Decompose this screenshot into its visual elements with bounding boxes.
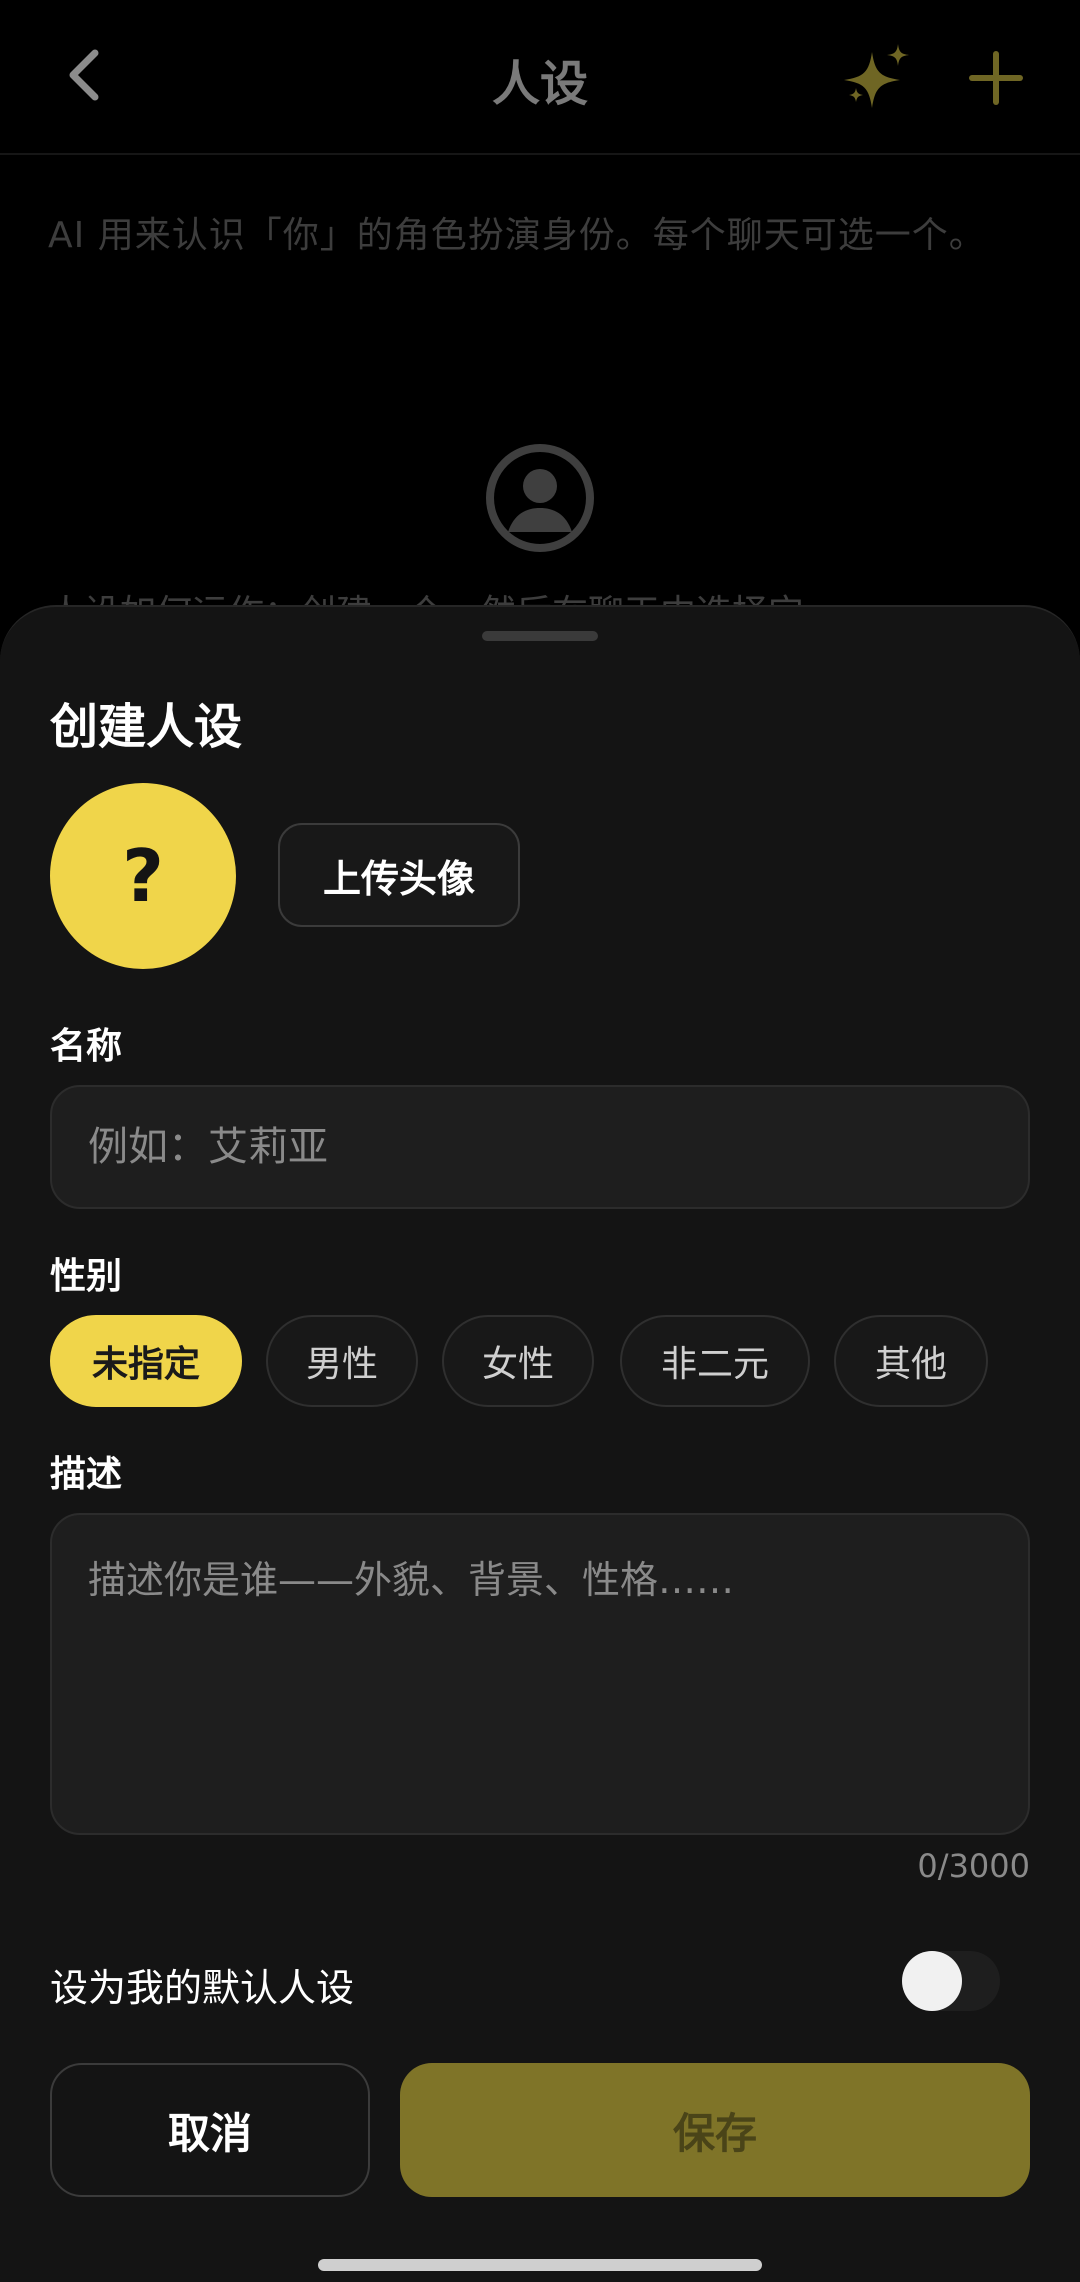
save-button[interactable]: 保存 (400, 2063, 1030, 2197)
name-label: 名称 (50, 1026, 123, 1067)
create-persona-sheet: 创建人设 ? 上传头像 名称 性别 未指定 男性 女性 非二元 其他 描述 0/… (0, 605, 1080, 2282)
top-bar: 人设 (0, 0, 1080, 155)
user-circle-icon (486, 444, 594, 552)
drag-handle[interactable] (482, 631, 598, 641)
gender-chip-other[interactable]: 其他 (834, 1315, 988, 1407)
page-description: AI 用来认识「你」的角色扮演身份。每个聊天可选一个。 (48, 215, 986, 256)
sheet-title: 创建人设 (50, 699, 243, 755)
plus-icon (969, 51, 1023, 105)
sparkle-icon (844, 44, 909, 108)
avatar-placeholder-mark: ? (122, 834, 164, 918)
description-textarea[interactable] (50, 1513, 1030, 1835)
persona-screen: 人设 AI 用来认识「你」的角色扮演身份。每个聊天可选一个。 人设如何运作 (0, 0, 1080, 2282)
name-input[interactable] (50, 1085, 1030, 1209)
description-label: 描述 (50, 1454, 123, 1495)
home-indicator (318, 2259, 762, 2271)
char-counter: 0/3000 (917, 1847, 1030, 1885)
upload-avatar-button[interactable]: 上传头像 (278, 823, 520, 927)
add-persona-button[interactable] (958, 40, 1034, 116)
gender-chip-nonbinary[interactable]: 非二元 (620, 1315, 810, 1407)
gender-chip-female[interactable]: 女性 (442, 1315, 594, 1407)
avatar[interactable]: ? (50, 783, 236, 969)
cancel-button[interactable]: 取消 (50, 2063, 370, 2197)
default-persona-label: 设为我的默认人设 (50, 1966, 355, 2010)
gender-label: 性别 (50, 1256, 123, 1297)
gender-chip-unspecified[interactable]: 未指定 (50, 1315, 242, 1407)
ai-generate-button[interactable] (836, 36, 920, 120)
toggle-knob (902, 1951, 962, 2011)
default-persona-toggle[interactable] (902, 1951, 1000, 2011)
gender-chip-male[interactable]: 男性 (266, 1315, 418, 1407)
